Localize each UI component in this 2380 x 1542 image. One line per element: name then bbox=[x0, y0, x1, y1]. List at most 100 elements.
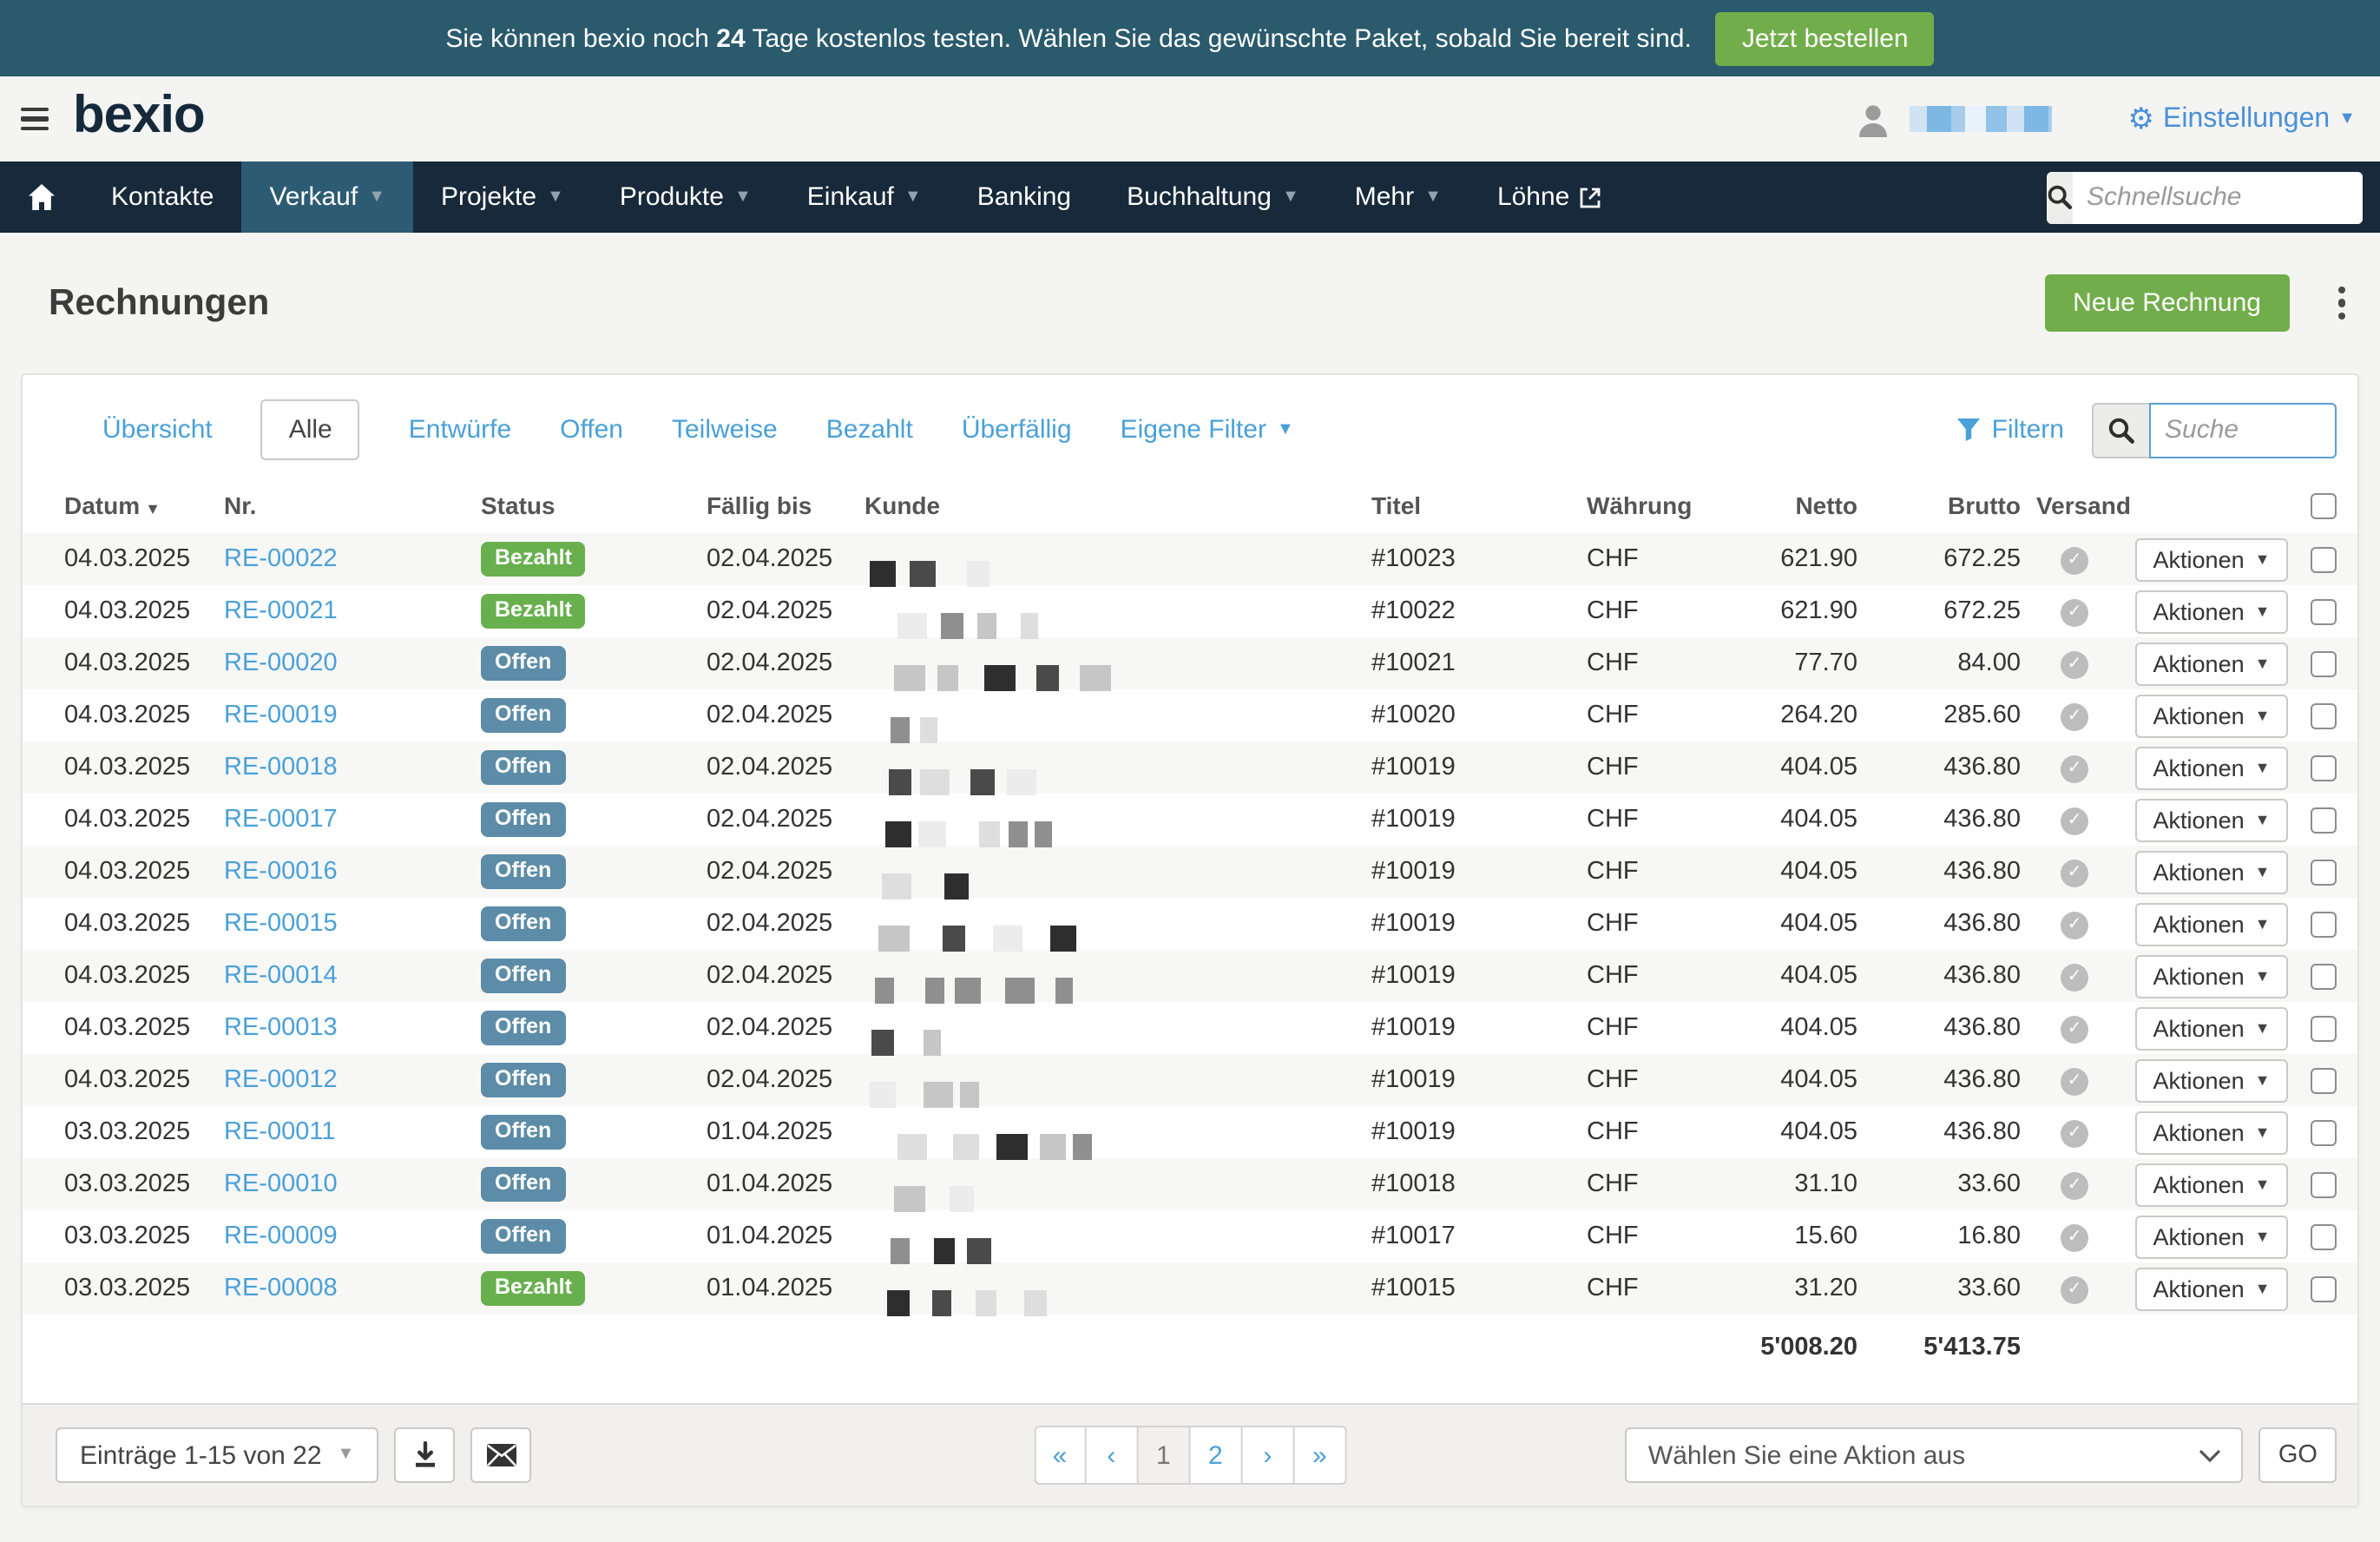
user-avatar-icon[interactable] bbox=[1852, 98, 1894, 140]
bulk-action-select[interactable]: Wählen Sie eine Aktion aus bbox=[1626, 1427, 2244, 1483]
nav-item-banking[interactable]: Banking bbox=[950, 161, 1099, 233]
invoice-number-link[interactable]: RE-00022 bbox=[224, 545, 338, 573]
tab-eigenefilter[interactable]: Eigene Filter▼ bbox=[1121, 415, 1294, 445]
hamburger-menu-icon[interactable] bbox=[21, 108, 49, 131]
tab-offen[interactable]: Offen bbox=[560, 415, 623, 445]
row-checkbox[interactable] bbox=[2311, 1067, 2337, 1093]
nav-item-einkauf[interactable]: Einkauf▼ bbox=[779, 161, 950, 233]
row-checkbox[interactable] bbox=[2311, 702, 2337, 728]
invoice-number-link[interactable]: RE-00020 bbox=[224, 649, 338, 677]
tab-bersicht[interactable]: Übersicht bbox=[102, 415, 213, 445]
row-checkbox[interactable] bbox=[2311, 1119, 2337, 1145]
invoice-number-link[interactable]: RE-00010 bbox=[224, 1170, 338, 1198]
entries-per-page-dropdown[interactable]: Einträge 1-15 von 22▼ bbox=[56, 1427, 378, 1483]
nav-item-lhne[interactable]: Löhne bbox=[1469, 161, 1628, 233]
tab-bezahlt[interactable]: Bezahlt bbox=[826, 415, 913, 445]
invoice-number-link[interactable]: RE-00012 bbox=[224, 1066, 338, 1094]
row-checkbox[interactable] bbox=[2311, 963, 2337, 989]
page-button-1[interactable]: 1 bbox=[1138, 1426, 1190, 1485]
tab-teilweise[interactable]: Teilweise bbox=[672, 415, 778, 445]
invoice-number-link[interactable]: RE-00008 bbox=[224, 1275, 338, 1302]
col-nr[interactable]: Nr. bbox=[224, 491, 481, 519]
row-checkbox[interactable] bbox=[2311, 859, 2337, 885]
versand-sent-icon: ✓ bbox=[2061, 1068, 2088, 1096]
nav-item-verkauf[interactable]: Verkauf▼ bbox=[241, 161, 413, 233]
nav-item-kontakte[interactable]: Kontakte bbox=[83, 161, 241, 233]
invoice-number-link[interactable]: RE-00018 bbox=[224, 754, 338, 781]
row-checkbox[interactable] bbox=[2311, 807, 2337, 833]
col-kunde[interactable]: Kunde bbox=[865, 491, 1371, 519]
col-status[interactable]: Status bbox=[481, 491, 707, 519]
page-button-2[interactable]: 2 bbox=[1190, 1426, 1242, 1485]
due-date: 02.04.2025 bbox=[707, 910, 865, 938]
col-titel[interactable]: Titel bbox=[1371, 491, 1587, 519]
actions-button[interactable]: Aktionen▼ bbox=[2136, 798, 2288, 841]
select-all-checkbox[interactable] bbox=[2311, 492, 2337, 518]
invoice-number-link[interactable]: RE-00021 bbox=[224, 597, 338, 625]
tab-berfllig[interactable]: Überfällig bbox=[962, 415, 1072, 445]
nav-item-mehr[interactable]: Mehr▼ bbox=[1327, 161, 1469, 233]
col-brutto[interactable]: Brutto bbox=[1857, 491, 2021, 519]
table-search-icon[interactable] bbox=[2092, 402, 2149, 458]
invoice-number-link[interactable]: RE-00015 bbox=[224, 910, 338, 938]
quick-search-input[interactable] bbox=[2073, 171, 2363, 223]
invoice-number-link[interactable]: RE-00009 bbox=[224, 1222, 338, 1250]
actions-button[interactable]: Aktionen▼ bbox=[2136, 1163, 2288, 1206]
invoice-number-link[interactable]: RE-00017 bbox=[224, 806, 338, 834]
col-netto[interactable]: Netto bbox=[1760, 491, 1857, 519]
col-waehrung[interactable]: Währung bbox=[1587, 491, 1760, 519]
tab-entwrfe[interactable]: Entwürfe bbox=[409, 415, 511, 445]
row-checkbox[interactable] bbox=[2311, 1275, 2337, 1301]
versand-sent-icon: ✓ bbox=[2061, 1276, 2088, 1304]
go-button[interactable]: GO bbox=[2259, 1427, 2337, 1483]
actions-button[interactable]: Aktionen▼ bbox=[2136, 1215, 2288, 1258]
row-checkbox[interactable] bbox=[2311, 650, 2337, 676]
download-button[interactable] bbox=[394, 1427, 455, 1483]
row-checkbox[interactable] bbox=[2311, 755, 2337, 781]
tab-alle[interactable]: Alle bbox=[261, 399, 360, 460]
kebab-menu-icon[interactable] bbox=[2327, 283, 2356, 324]
row-checkbox[interactable] bbox=[2311, 1015, 2337, 1041]
nav-item-projekte[interactable]: Projekte▼ bbox=[413, 161, 592, 233]
filter-toggle[interactable]: Filtern bbox=[1957, 415, 2064, 445]
actions-button[interactable]: Aktionen▼ bbox=[2136, 537, 2288, 581]
actions-button[interactable]: Aktionen▼ bbox=[2136, 902, 2288, 946]
col-datum[interactable]: Datum▼ bbox=[64, 491, 224, 519]
col-versand[interactable]: Versand bbox=[2021, 491, 2128, 519]
email-button[interactable] bbox=[470, 1427, 531, 1483]
netto-amount: 31.20 bbox=[1760, 1275, 1857, 1302]
invoice-number-link[interactable]: RE-00014 bbox=[224, 962, 338, 990]
invoice-number-link[interactable]: RE-00019 bbox=[224, 702, 338, 729]
invoice-number-link[interactable]: RE-00013 bbox=[224, 1014, 338, 1042]
invoice-number-link[interactable]: RE-00016 bbox=[224, 858, 338, 886]
nav-item-produkte[interactable]: Produkte▼ bbox=[592, 161, 779, 233]
invoice-number-link[interactable]: RE-00011 bbox=[224, 1118, 335, 1146]
actions-button[interactable]: Aktionen▼ bbox=[2136, 590, 2288, 633]
row-checkbox[interactable] bbox=[2311, 1223, 2337, 1249]
row-checkbox[interactable] bbox=[2311, 1171, 2337, 1197]
actions-button[interactable]: Aktionen▼ bbox=[2136, 1110, 2288, 1154]
nav-item-home[interactable] bbox=[0, 161, 83, 233]
settings-menu[interactable]: ⚙ Einstellungen ▼ bbox=[2128, 103, 2356, 135]
actions-button[interactable]: Aktionen▼ bbox=[2136, 746, 2288, 789]
prev-page-button[interactable]: ‹ bbox=[1086, 1426, 1138, 1485]
actions-button[interactable]: Aktionen▼ bbox=[2136, 642, 2288, 685]
next-page-button[interactable]: › bbox=[1242, 1426, 1294, 1485]
actions-button[interactable]: Aktionen▼ bbox=[2136, 850, 2288, 893]
actions-button[interactable]: Aktionen▼ bbox=[2136, 954, 2288, 998]
actions-button[interactable]: Aktionen▼ bbox=[2136, 1058, 2288, 1102]
new-invoice-button[interactable]: Neue Rechnung bbox=[2045, 274, 2289, 332]
search-icon[interactable] bbox=[2047, 171, 2073, 223]
nav-item-buchhaltung[interactable]: Buchhaltung▼ bbox=[1099, 161, 1327, 233]
row-checkbox[interactable] bbox=[2311, 911, 2337, 937]
first-page-button[interactable]: « bbox=[1034, 1426, 1087, 1485]
col-faellig[interactable]: Fällig bis bbox=[707, 491, 865, 519]
actions-button[interactable]: Aktionen▼ bbox=[2136, 1267, 2288, 1310]
actions-button[interactable]: Aktionen▼ bbox=[2136, 1006, 2288, 1050]
row-checkbox[interactable] bbox=[2311, 598, 2337, 624]
last-page-button[interactable]: » bbox=[1294, 1426, 1346, 1485]
order-now-button[interactable]: Jetzt bestellen bbox=[1716, 11, 1935, 65]
actions-button[interactable]: Aktionen▼ bbox=[2136, 694, 2288, 737]
row-checkbox[interactable] bbox=[2311, 546, 2337, 572]
table-search-input[interactable] bbox=[2149, 402, 2337, 458]
